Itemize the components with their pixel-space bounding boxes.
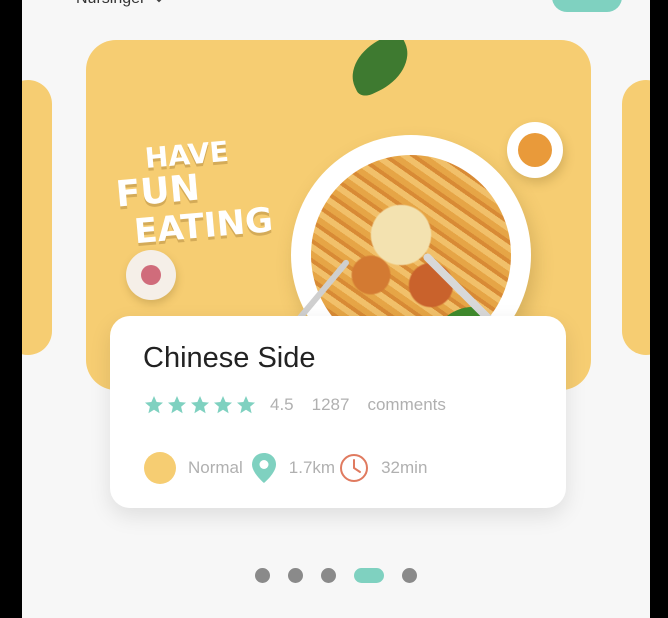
star-icon xyxy=(214,396,232,414)
leaf-decoration xyxy=(341,40,419,100)
pagination-dot[interactable] xyxy=(321,568,336,583)
restaurant-title: Chinese Side xyxy=(143,342,316,374)
rating-value: 4.5 xyxy=(270,395,294,414)
pagination-dot[interactable] xyxy=(288,568,303,583)
comments-label: comments xyxy=(367,395,446,414)
star-icon xyxy=(168,396,186,414)
clock-icon xyxy=(340,454,369,482)
distance-label: 1.7km xyxy=(288,458,336,477)
restaurant-info-card[interactable]: Chinese Side 4.5 1287 comments Normal 1.… xyxy=(110,316,566,508)
time-label: 32min xyxy=(381,458,428,477)
pagination-dot[interactable] xyxy=(354,568,384,583)
top-action-button[interactable] xyxy=(552,0,622,12)
carousel-pagination xyxy=(255,568,417,583)
pagination-dot[interactable] xyxy=(255,568,270,583)
comment-count: 1287 xyxy=(311,395,350,414)
hero-slogan: HAVE FUN EATING xyxy=(112,131,274,253)
rating-stars xyxy=(144,395,256,415)
carousel-card-next[interactable] xyxy=(622,80,650,355)
pagination-dot[interactable] xyxy=(402,568,417,583)
star-icon xyxy=(145,396,163,414)
location-label: Nursinger xyxy=(76,0,145,8)
cookie-image xyxy=(126,250,176,300)
location-pin-icon xyxy=(251,453,276,483)
chevron-down-icon xyxy=(153,0,165,8)
star-icon xyxy=(237,396,255,414)
star-icon xyxy=(191,396,209,414)
meta-row: Normal 1.7km 32min xyxy=(144,452,427,484)
app-screen: Nursinger HAVE FUN EATING Chinese Side 4… xyxy=(22,0,650,618)
location-selector[interactable]: Nursinger xyxy=(76,0,165,8)
sauce-bowl-image xyxy=(507,122,563,178)
level-label: Normal xyxy=(188,458,243,477)
level-dot-icon xyxy=(144,452,176,484)
carousel-card-previous[interactable] xyxy=(22,80,52,355)
rating-row: 4.5 1287 comments xyxy=(144,395,446,415)
